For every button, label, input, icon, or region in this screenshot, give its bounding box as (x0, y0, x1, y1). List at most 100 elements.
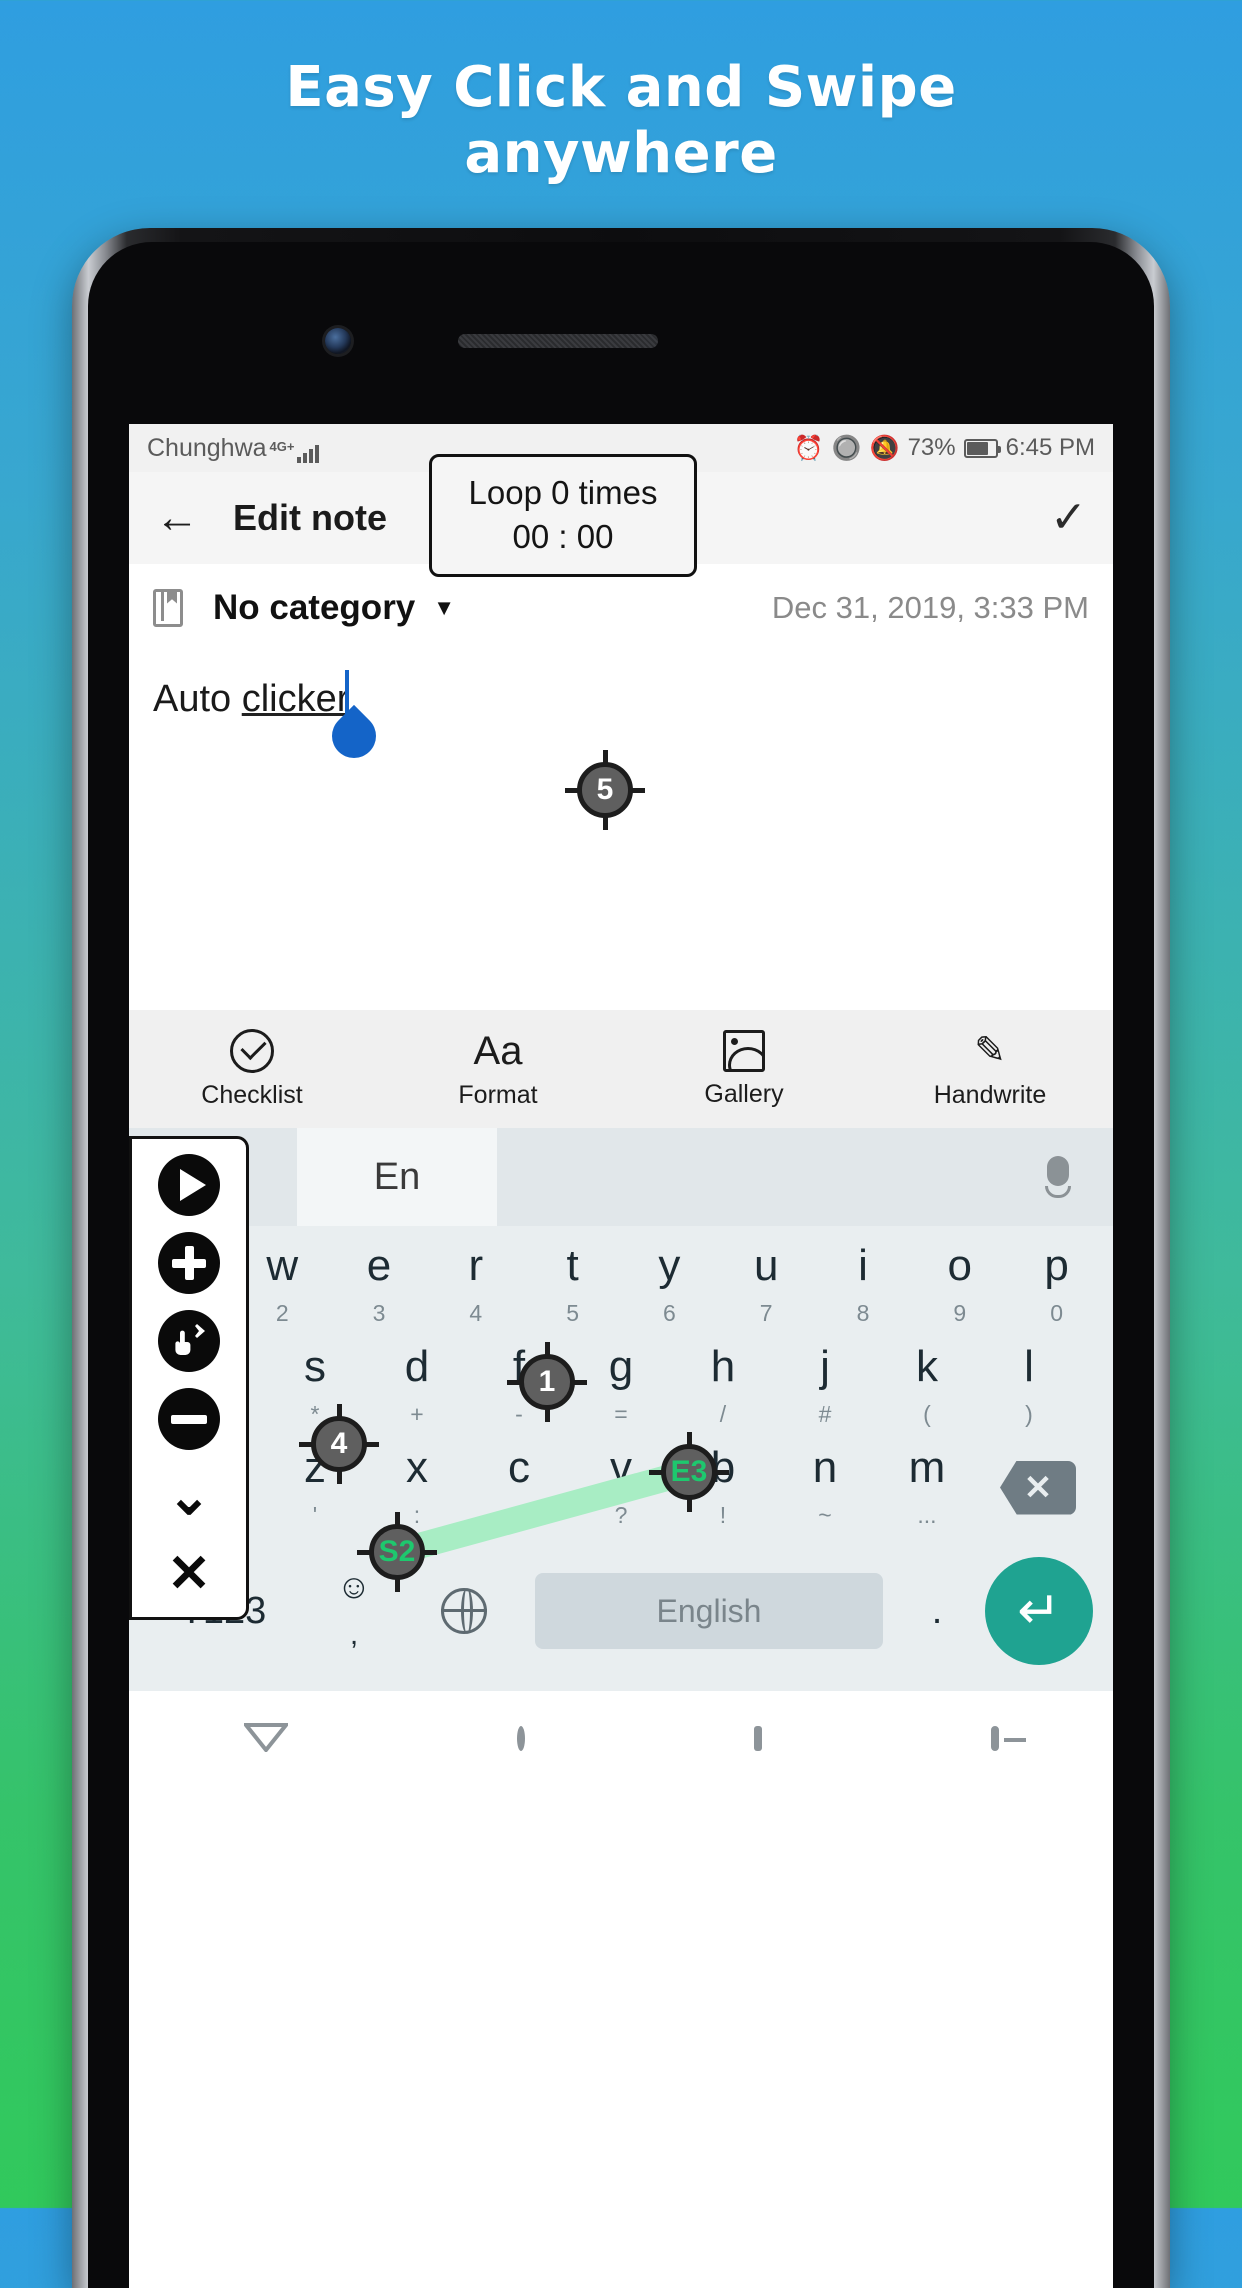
key-o[interactable]: o9 (911, 1244, 1008, 1327)
key-c[interactable]: c " (468, 1446, 570, 1529)
floating-control-panel[interactable]: ⌄ ✕ (129, 1136, 249, 1620)
key-sublabel: 5 (566, 1300, 579, 1326)
play-icon (158, 1154, 220, 1216)
clock-label: 6:45 PM (1005, 434, 1095, 461)
nav-recents-square-icon (753, 1726, 762, 1751)
keyboard-row-3: z ' x: c " v? b! n ~ m... ✕ (129, 1434, 1113, 1535)
key-sublabel: ) (1025, 1401, 1033, 1427)
key-d[interactable]: d + (366, 1345, 468, 1428)
suggestion-row: En (129, 1128, 1113, 1226)
note-text-misspelled: clicker (241, 678, 350, 720)
chevron-down-icon[interactable]: ▼ (433, 595, 455, 621)
nav-keyboard-icon (990, 1726, 999, 1751)
key-t[interactable]: t5 (524, 1244, 621, 1327)
status-bar-left: Chunghwa 4G+ (147, 434, 320, 463)
key-label: t (566, 1241, 579, 1290)
close-x-icon: ✕ (167, 1545, 211, 1604)
earpiece-speaker (458, 334, 658, 348)
swipe-start-label: S2 (369, 1524, 425, 1580)
key-sublabel: ( (923, 1401, 931, 1427)
enter-return-icon: ↵ (1017, 1582, 1061, 1640)
language-switch-key[interactable] (409, 1588, 519, 1634)
toolbar-item-format[interactable]: Aa Format (375, 1029, 621, 1110)
page-title: Edit note (233, 497, 387, 538)
key-h[interactable]: h / (672, 1345, 774, 1428)
battery-percent-label: 73% (907, 434, 956, 461)
toolbar-label-gallery: Gallery (704, 1079, 784, 1108)
phone-bezel: Chunghwa 4G+ ⏰ 🔘 🔕 73% 6:45 PM ← Edit no… (88, 242, 1154, 2288)
headline-line-2: anywhere (464, 121, 778, 187)
signal-bars-icon (297, 443, 320, 463)
note-text-plain: Auto (153, 678, 242, 720)
toolbar-label-format: Format (458, 1080, 538, 1109)
key-r[interactable]: r4 (427, 1244, 524, 1327)
status-bar-right: ⏰ 🔘 🔕 73% 6:45 PM (794, 434, 1095, 463)
nav-back-triangle-icon (241, 1722, 290, 1753)
add-swipe-button[interactable] (157, 1309, 221, 1373)
period-key[interactable]: . (899, 1590, 975, 1633)
key-j[interactable]: j # (774, 1345, 876, 1428)
suggestion-slot-right[interactable] (497, 1128, 1113, 1226)
font-size-icon: Aa (473, 1028, 523, 1073)
save-checkmark-icon[interactable]: ✓ (1050, 496, 1087, 540)
play-button[interactable] (157, 1153, 221, 1217)
nav-back-button[interactable] (241, 1722, 290, 1757)
remove-button[interactable] (157, 1387, 221, 1451)
bluetooth-icon: 🔘 (831, 434, 862, 462)
swipe-end-marker[interactable]: E3 (649, 1432, 729, 1512)
toolbar-item-gallery[interactable]: Gallery (621, 1029, 867, 1109)
loop-status-overlay: Loop 0 times 00 : 00 (429, 454, 697, 578)
swipe-end-label: E3 (661, 1444, 717, 1500)
category-label[interactable]: No category (213, 588, 415, 628)
swipe-hand-icon (158, 1310, 220, 1372)
keyboard-row-2: a@ s* d+ f- g= h/ j# k( l) (129, 1333, 1113, 1434)
click-marker-1[interactable]: 1 (507, 1342, 587, 1422)
nav-keyboard-button[interactable] (990, 1726, 999, 1751)
click-marker-5-label: 5 (577, 762, 633, 818)
key-sublabel: 3 (372, 1300, 386, 1326)
click-marker-5[interactable]: 5 (565, 750, 645, 830)
key-u[interactable]: u7 (718, 1244, 815, 1327)
system-nav-bar (129, 1691, 1113, 1787)
click-marker-4[interactable]: 4 (299, 1404, 379, 1484)
note-text[interactable]: Auto clicker (153, 678, 349, 721)
collapse-button[interactable]: ⌄ (157, 1465, 221, 1529)
key-sublabel: 4 (469, 1300, 483, 1326)
promo-headline: Easy Click and Swipe anywhere (0, 55, 1242, 187)
check-circle-icon (230, 1028, 274, 1073)
key-m[interactable]: m... (876, 1446, 978, 1529)
chevron-down-icon: ⌄ (167, 1467, 211, 1526)
key-label: n (812, 1443, 838, 1492)
key-label: d (404, 1342, 430, 1391)
space-key[interactable]: English (535, 1573, 883, 1649)
back-arrow-icon[interactable]: ← (155, 496, 199, 540)
notebook-icon (153, 588, 183, 627)
swipe-start-marker[interactable]: S2 (357, 1512, 437, 1592)
key-n[interactable]: n ~ (774, 1446, 876, 1529)
add-click-button[interactable] (157, 1231, 221, 1295)
backspace-key[interactable]: ✕ (978, 1460, 1098, 1515)
key-label: h (710, 1342, 736, 1391)
note-body[interactable]: Auto clicker 5 (129, 652, 1113, 1010)
key-l[interactable]: l) (978, 1345, 1080, 1428)
key-k[interactable]: k( (876, 1345, 978, 1428)
close-button[interactable]: ✕ (157, 1543, 221, 1607)
toolbar-item-checklist[interactable]: Checklist (129, 1028, 375, 1110)
key-sublabel: / (719, 1401, 727, 1427)
front-camera-icon (325, 328, 351, 354)
key-y[interactable]: y6 (621, 1244, 718, 1327)
microphone-icon[interactable] (1045, 1156, 1071, 1198)
key-e[interactable]: e3 (331, 1244, 428, 1327)
suggestion-language[interactable]: En (297, 1128, 497, 1226)
key-sublabel: # (818, 1401, 832, 1427)
nav-home-button[interactable] (516, 1726, 525, 1751)
key-i[interactable]: i8 (815, 1244, 912, 1327)
key-label: u (753, 1241, 779, 1290)
onscreen-keyboard[interactable]: En q1 w2 e3 r4 t5 y6 u7 i8 o9 p0 (129, 1128, 1113, 1691)
minus-icon (158, 1388, 220, 1450)
enter-key[interactable]: ↵ (985, 1557, 1093, 1665)
key-p[interactable]: p0 (1008, 1244, 1105, 1327)
nav-recents-button[interactable] (753, 1726, 762, 1751)
toolbar-item-handwrite[interactable]: ✎ Handwrite (867, 1029, 1113, 1110)
comma-label: , (349, 1618, 359, 1651)
